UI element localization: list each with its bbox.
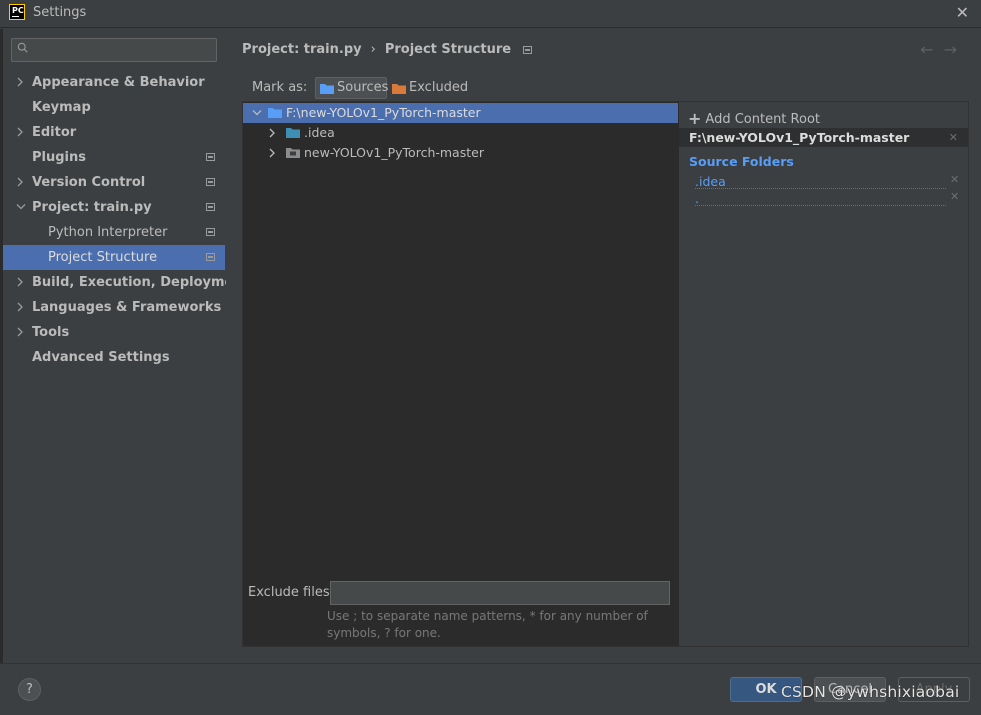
sidebar-item[interactable]: Project: train.py — [3, 195, 225, 220]
mark-as-label: Mark as: — [252, 80, 308, 95]
window-title: Settings — [33, 5, 87, 20]
source-folder-item[interactable]: . — [695, 191, 946, 206]
breadcrumb-parent[interactable]: Project: train.py — [242, 42, 362, 57]
sidebar-item-label: Plugins — [32, 150, 86, 165]
settings-nav: Appearance & Behavior Keymap Editor Plugins… — [3, 70, 249, 370]
add-content-root-label: Add Content Root — [705, 112, 820, 127]
watermark-text: CSDN @ywhshixiaobai — [781, 683, 960, 701]
mark-sources-button[interactable]: Sources — [315, 77, 389, 99]
chevron-right-icon[interactable] — [16, 295, 26, 320]
search-input[interactable] — [11, 38, 217, 62]
breadcrumb: Project: train.py › Project Structure — [242, 42, 533, 57]
sidebar-item-label: Editor — [32, 125, 77, 140]
forward-arrow-icon[interactable]: → — [944, 40, 967, 59]
sidebar-item[interactable]: Python Interpreter — [3, 220, 225, 245]
sidebar-item[interactable]: Version Control — [3, 170, 225, 195]
remove-source-folder-icon[interactable]: ✕ — [950, 190, 959, 203]
pycharm-logo-icon: PC — [9, 4, 25, 20]
chevron-right-icon[interactable] — [16, 270, 26, 295]
history-arrows: ←→ — [920, 40, 967, 59]
chevron-right-icon[interactable] — [16, 120, 26, 145]
sidebar-item-label: Keymap — [32, 100, 91, 115]
source-folder-item[interactable]: .idea — [695, 174, 946, 189]
chevron-down-icon[interactable] — [252, 103, 262, 123]
mark-excluded-button[interactable]: Excluded — [392, 77, 468, 99]
remove-root-icon[interactable]: ✕ — [949, 128, 958, 147]
sidebar-item-label: Version Control — [32, 175, 146, 190]
chevron-right-icon[interactable] — [16, 170, 26, 195]
sidebar-item[interactable]: Editor — [3, 120, 225, 145]
project-icon — [206, 253, 215, 261]
exclude-files-hint: Use ; to separate name patterns, * for a… — [327, 609, 648, 640]
project-tree: F:\new-YOLOv1_PyTorch-master .idea new-Y… — [242, 101, 679, 647]
settings-content: Project: train.py › Project Structure ←→ M… — [226, 29, 981, 663]
sidebar-item-label: Project: train.py — [32, 200, 152, 215]
content-roots-panel: + Add Content Root F:\new-YOLOv1_PyTorch-… — [678, 101, 969, 647]
tree-item-idea[interactable]: .idea — [243, 123, 678, 143]
project-icon — [206, 153, 215, 161]
project-icon — [206, 228, 215, 236]
sidebar-item-label: Languages & Frameworks — [32, 300, 222, 315]
sidebar-item[interactable]: Keymap — [3, 95, 225, 120]
source-folders-title: Source Folders — [689, 154, 794, 169]
source-folder-icon — [320, 84, 334, 94]
folder-icon — [286, 128, 300, 138]
add-content-root-button[interactable]: + Add Content Root — [688, 109, 820, 128]
chevron-right-icon[interactable] — [268, 123, 278, 143]
project-icon — [206, 203, 215, 211]
tree-item-module[interactable]: new-YOLOv1_PyTorch-master — [243, 143, 678, 163]
remove-source-folder-icon[interactable]: ✕ — [950, 173, 959, 186]
exclude-files-input[interactable] — [330, 581, 670, 605]
tree-root-label: F:\new-YOLOv1_PyTorch-master — [286, 105, 481, 120]
sidebar-item[interactable]: Plugins — [3, 145, 225, 170]
content-root-row[interactable]: F:\new-YOLOv1_PyTorch-master ✕ — [679, 128, 968, 147]
help-button[interactable]: ? — [18, 678, 41, 701]
title-bar: PC Settings ✕ — [0, 0, 981, 28]
project-icon — [523, 46, 533, 54]
sidebar-item-label: Python Interpreter — [48, 225, 168, 240]
mark-sources-label: Sources — [337, 80, 389, 95]
sidebar-item-label: Tools — [32, 325, 70, 340]
sidebar-item[interactable]: Languages & Frameworks — [3, 295, 225, 320]
sidebar-item[interactable]: Build, Execution, Deployment — [3, 270, 249, 295]
breadcrumb-current: Project Structure — [384, 42, 512, 57]
sidebar-item[interactable]: Tools — [3, 320, 225, 345]
chevron-right-icon[interactable] — [16, 70, 26, 95]
sidebar-edge — [0, 29, 3, 663]
project-icon — [206, 178, 215, 186]
settings-sidebar: Appearance & Behavior Keymap Editor Plugins… — [0, 29, 249, 663]
mark-excluded-label: Excluded — [409, 80, 469, 95]
close-icon[interactable]: ✕ — [956, 3, 969, 22]
tree-item-label: new-YOLOv1_PyTorch-master — [304, 145, 484, 160]
breadcrumb-separator: › — [370, 42, 376, 57]
chevron-right-icon[interactable] — [16, 320, 26, 345]
search-icon — [17, 42, 28, 53]
content-root-path: F:\new-YOLOv1_PyTorch-master — [689, 130, 910, 145]
plus-icon: + — [688, 109, 702, 128]
sidebar-item[interactable]: Appearance & Behavior — [3, 70, 225, 95]
sidebar-item[interactable]: Advanced Settings — [3, 345, 225, 370]
folder-icon — [268, 108, 282, 118]
sidebar-item-label: Appearance & Behavior — [32, 75, 205, 90]
chevron-right-icon[interactable] — [268, 143, 278, 163]
sidebar-item-label: Project Structure — [48, 250, 158, 265]
sidebar-item-label: Build, Execution, Deployment — [32, 275, 249, 290]
sidebar-item-label: Advanced Settings — [32, 350, 170, 365]
sidebar-item[interactable]: Project Structure — [3, 245, 225, 270]
chevron-down-icon[interactable] — [16, 195, 26, 220]
excluded-folder-icon — [392, 84, 406, 94]
tree-root-row[interactable]: F:\new-YOLOv1_PyTorch-master — [243, 103, 678, 123]
module-folder-icon — [286, 148, 300, 158]
back-arrow-icon[interactable]: ← — [920, 40, 943, 59]
tree-item-label: .idea — [304, 125, 335, 140]
exclude-files-label: Exclude files: — [248, 585, 335, 600]
dialog-footer: ? OK Cancel Apply CSDN @ywhshixiaobai — [0, 663, 981, 715]
